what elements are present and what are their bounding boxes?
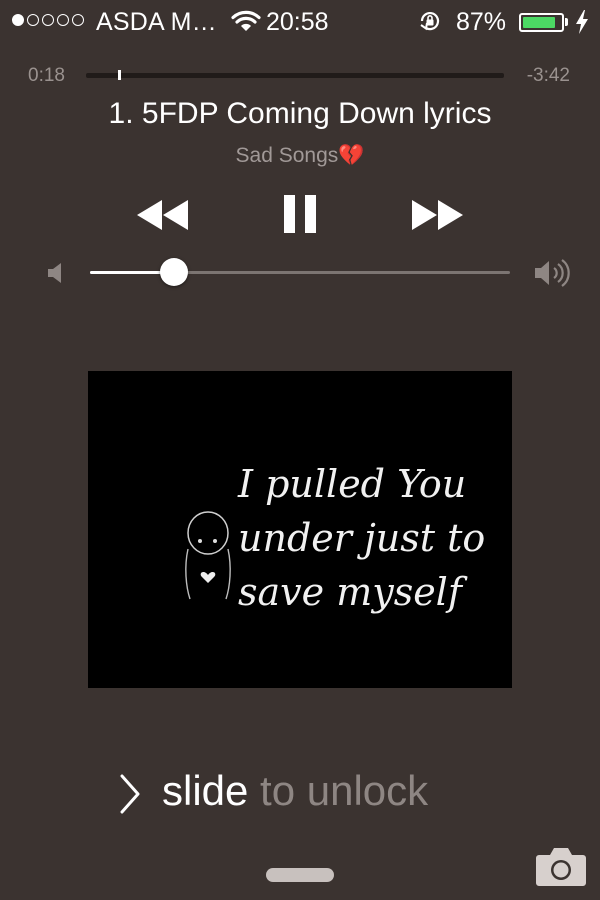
charging-bolt-icon	[576, 10, 588, 34]
wifi-icon	[231, 10, 261, 31]
volume-low-icon	[48, 263, 61, 283]
battery-fill	[523, 17, 556, 28]
orientation-lock-icon	[420, 12, 440, 31]
pause-button[interactable]	[282, 194, 318, 234]
artwork-lyrics: I pulled You under just to save myself	[238, 457, 485, 619]
scrubber-playhead[interactable]	[117, 70, 121, 80]
rewind-icon	[137, 200, 188, 230]
signal-dot	[12, 14, 24, 26]
remaining-time: -3:42	[526, 65, 570, 86]
artwork-line: under just to	[238, 516, 486, 560]
battery-icon	[519, 13, 564, 32]
volume-slider[interactable]	[90, 258, 510, 286]
volume-high-icon	[535, 259, 570, 287]
track-title: 1. 5FDP Coming Down lyrics	[108, 97, 492, 130]
fast-forward-button[interactable]	[410, 198, 466, 232]
track-artist: Sad Songs💔	[235, 144, 365, 167]
volume-knob[interactable]	[160, 258, 188, 286]
signal-dot	[57, 14, 69, 26]
signal-dots-icon	[12, 14, 84, 26]
status-time: 20:58	[266, 8, 329, 36]
sad-figure-drawing	[185, 511, 231, 600]
status-bar: ASDA M… 20:58 87%	[0, 0, 600, 44]
progress-scrubber[interactable]	[86, 73, 504, 78]
signal-dot	[27, 14, 39, 26]
chevron-right-icon[interactable]	[118, 773, 142, 815]
battery-nub	[565, 18, 568, 26]
unlock-rest: to unlock	[248, 767, 429, 814]
carrier-name: ASDA M…	[96, 8, 217, 36]
fast-forward-icon	[412, 200, 463, 230]
slide-to-unlock-label: slide to unlock	[162, 767, 428, 815]
pause-icon	[284, 195, 316, 233]
signal-dot	[42, 14, 54, 26]
battery-percent: 87%	[456, 8, 507, 36]
signal-dot	[72, 14, 84, 26]
artwork-line: I pulled You	[238, 462, 467, 506]
control-center-grabber[interactable]	[266, 868, 334, 882]
unlock-highlight: slide	[162, 767, 249, 814]
album-artwork: I pulled You under just to save myself	[88, 371, 512, 688]
artwork-line: save myself	[238, 570, 462, 614]
rewind-button[interactable]	[134, 198, 190, 232]
elapsed-time: 0:18	[28, 65, 65, 86]
camera-icon[interactable]	[535, 845, 587, 887]
